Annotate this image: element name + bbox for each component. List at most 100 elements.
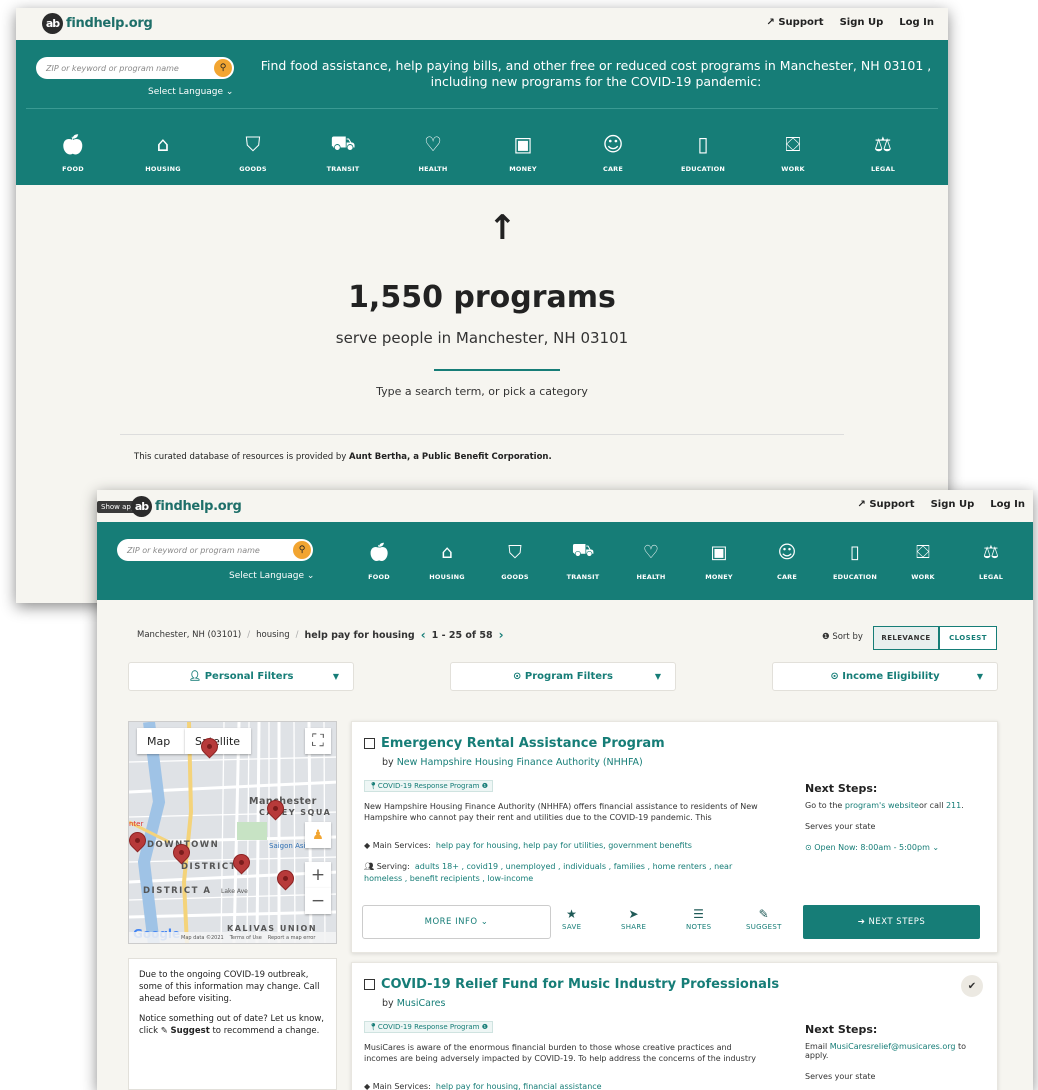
phone-link[interactable]: 211 [946, 801, 961, 810]
category-label: TRANSIT [566, 573, 600, 581]
logo-text: findhelp.org [66, 16, 153, 31]
suggest-link[interactable]: Suggest [171, 1026, 210, 1036]
category-care[interactable]: ☺ CARE [753, 538, 821, 582]
logo[interactable]: ab findhelp.org [131, 496, 242, 517]
next-steps: Next Steps: Go to the program's websiteo… [805, 782, 990, 852]
satellite-tab[interactable]: Satellite [185, 728, 251, 754]
category-education[interactable]: ▯ EDUCATION [658, 130, 748, 173]
category-health[interactable]: ♡ HEALTH [388, 130, 478, 173]
results-map[interactable]: Map Satellite ⛶ Manchester CAREY SQUA DO… [128, 721, 337, 944]
category-money[interactable]: ▣ MONEY [685, 538, 753, 582]
serving: 👥︎ Serving: adults 18+ , covid19 , unemp… [364, 862, 733, 883]
signup-link[interactable]: Sign Up [840, 17, 884, 28]
next-steps-button[interactable]: ➔ NEXT STEPS [803, 905, 980, 939]
zoom-in-button[interactable]: + [305, 862, 331, 888]
category-health[interactable]: ♡ HEALTH [617, 538, 685, 582]
provider-link[interactable]: New Hampshire Housing Finance Authority … [397, 757, 643, 768]
prev-page-icon[interactable]: ‹ [421, 628, 426, 642]
notes-button[interactable]: ☰ NOTES [686, 907, 711, 931]
report-map-error-link[interactable]: Report a map error [268, 935, 316, 941]
category-education[interactable]: ▯ EDUCATION [821, 538, 889, 582]
signup-link[interactable]: Sign Up [931, 499, 975, 510]
category-legal[interactable]: ⚖ LEGAL [957, 538, 1025, 582]
select-checkbox[interactable] [364, 738, 375, 749]
sort-closest-button[interactable]: CLOSEST [939, 626, 997, 650]
program-filters-dropdown[interactable]: ⊙ Program Filters ▼ [450, 662, 676, 691]
save-button[interactable]: ★ SAVE [562, 907, 581, 931]
search-button[interactable]: ⚲ [214, 59, 232, 77]
support-link[interactable]: ↗ Support [766, 17, 823, 28]
arrow-right-icon: ➔ [857, 917, 869, 927]
pin-icon: 📍︎ [369, 782, 378, 790]
chevron-down-icon: ⌄ [306, 571, 315, 581]
category-label: GOODS [239, 165, 267, 173]
login-link[interactable]: Log In [899, 17, 934, 28]
breadcrumb-current: help pay for housing [304, 629, 415, 641]
category-housing[interactable]: ⌂ HOUSING [118, 130, 208, 173]
briefcase-icon: ⛋ [916, 541, 930, 563]
map-tab[interactable]: Map [137, 728, 185, 754]
street-view-icon[interactable]: ♟ [305, 822, 331, 848]
breadcrumb-location[interactable]: Manchester, NH (03101) [137, 630, 241, 640]
program-card: COVID-19 Relief Fund for Music Industry … [351, 962, 998, 1090]
info-icon: ❶ [481, 782, 488, 790]
support-link[interactable]: ↗ Support [857, 499, 914, 510]
personal-filters-dropdown[interactable]: 👤︎ Personal Filters ▼ [128, 662, 354, 691]
divider [26, 108, 938, 109]
category-food[interactable]: 🍎︎ FOOD [28, 130, 118, 173]
category-housing[interactable]: ⌂ HOUSING [413, 538, 481, 582]
search-input[interactable]: ZIP or keyword or program name ⚲ [117, 539, 313, 561]
program-provider: by MusiCares [382, 998, 446, 1009]
select-checkbox[interactable] [364, 979, 375, 990]
category-label: HEALTH [418, 165, 448, 173]
top-links: ↗ Support Sign Up Log In [857, 499, 1025, 510]
search-input[interactable]: ZIP or keyword or program name ⚲ [36, 57, 234, 79]
category-transit[interactable]: ⛟ TRANSIT [549, 538, 617, 581]
open-hours[interactable]: ⊙ Open Now: 8:00am - 5:00pm ⌄ [805, 843, 990, 852]
terms-link[interactable]: Terms of Use [230, 935, 262, 941]
category-label: LEGAL [978, 573, 1004, 581]
category-money[interactable]: ▣ MONEY [478, 130, 568, 173]
send-icon: ➤ [628, 907, 639, 921]
program-title[interactable]: Emergency Rental Assistance Program [381, 736, 665, 751]
external-link-icon: ↗ [766, 17, 779, 28]
income-eligibility-dropdown[interactable]: ⊙ Income Eligibility ▼ [772, 662, 998, 691]
category-legal[interactable]: ⚖ LEGAL [838, 130, 928, 173]
map-label: Lake Ave [221, 888, 248, 895]
scales-icon: ⚖ [982, 541, 1000, 563]
language-select[interactable]: Select Language ⌄ [148, 87, 233, 97]
check-icon[interactable]: ✔ [961, 975, 983, 997]
accent-underline [434, 369, 560, 371]
zoom-out-button[interactable]: − [305, 888, 331, 914]
program-website-link[interactable]: program's website [845, 801, 919, 810]
language-select[interactable]: Select Language ⌄ [229, 571, 314, 581]
search-icon: ⚲ [298, 545, 306, 555]
sort-relevance-button[interactable]: RELEVANCE [873, 626, 939, 650]
category-work[interactable]: ⛋ WORK [889, 538, 957, 582]
provider-link[interactable]: Aunt Bertha, a Public Benefit Corporatio… [349, 452, 552, 462]
logo[interactable]: ab findhelp.org [42, 13, 153, 34]
serve-text: serve people in Manchester, NH 03101 [335, 329, 629, 347]
search-button[interactable]: ⚲ [293, 541, 311, 559]
share-button[interactable]: ➤ SHARE [621, 907, 646, 931]
book-icon: ▯ [697, 132, 709, 156]
category-label: MONEY [705, 573, 733, 581]
category-care[interactable]: ☺ CARE [568, 130, 658, 173]
category-transit[interactable]: ⛟ TRANSIT [298, 130, 388, 174]
heart-icon: ♡ [642, 541, 660, 563]
provider-link[interactable]: MusiCares [397, 998, 446, 1009]
breadcrumb-category[interactable]: housing [256, 630, 290, 640]
suggest-button[interactable]: ✎ SUGGEST [746, 907, 782, 931]
email-link[interactable]: MusiCaresrelief@musicares.org [830, 1042, 956, 1051]
category-goods[interactable]: ⛉ GOODS [208, 130, 298, 173]
category-food[interactable]: 🍎︎ FOOD [345, 538, 413, 582]
category-goods[interactable]: ⛉ GOODS [481, 538, 549, 582]
category-work[interactable]: ⛋ WORK [748, 130, 838, 173]
more-info-button[interactable]: MORE INFO ⌄ [362, 905, 551, 939]
book-icon: ▯ [850, 541, 860, 563]
people-icon: 👥︎ [364, 862, 377, 871]
program-title[interactable]: COVID-19 Relief Fund for Music Industry … [381, 977, 779, 992]
next-page-icon[interactable]: › [499, 628, 504, 642]
login-link[interactable]: Log In [990, 499, 1025, 510]
fullscreen-icon[interactable]: ⛶ [305, 728, 331, 754]
